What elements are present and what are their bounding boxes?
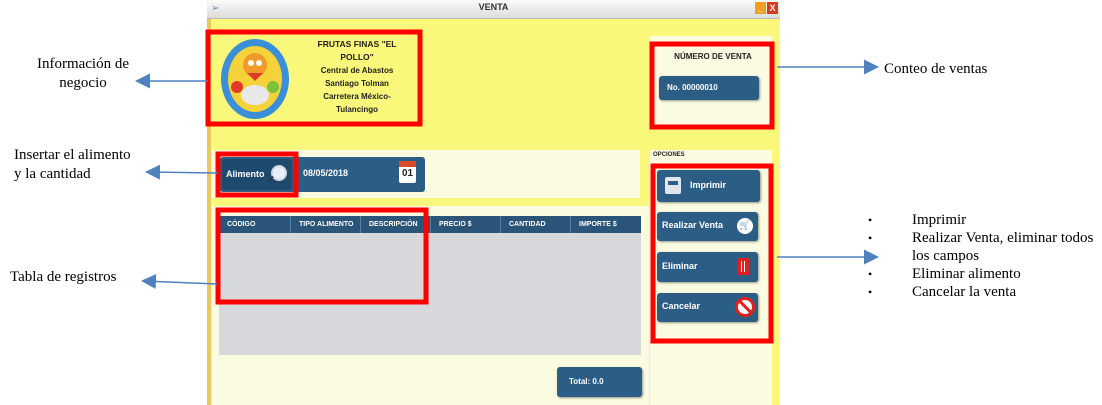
annotation-sales-count: Conteo de ventas [884,61,988,77]
col-header-importe[interactable]: IMPORTE $ [571,216,641,233]
col-header-precio[interactable]: PRECIO $ [431,216,501,233]
title-bar: ➢ VENTA _ X [207,0,780,19]
realizar-venta-label: Realizar Venta [662,220,724,230]
total-display: Total: 0.0 [557,367,642,397]
annotation-business-info: Información de negocio [36,56,130,91]
venta-window: ➢ VENTA _ X FRUTAS FINAS "EL POLLO" Cent… [207,0,780,405]
table-header: CÓDIGO TIPO ALIMENTO DESCRIPCIÓN PRECIO … [219,216,641,233]
records-table[interactable]: CÓDIGO TIPO ALIMENTO DESCRIPCIÓN PRECIO … [219,216,641,355]
printer-icon [665,177,681,194]
bullet-print: Imprimir [866,211,1102,229]
col-header-codigo[interactable]: CÓDIGO [219,216,291,233]
business-line-2: Santiago Tolman [325,79,389,88]
close-button[interactable]: X [767,2,778,14]
sales-number-value: No. 00000010 [659,76,759,100]
delete-button-label: Eliminar [662,261,698,271]
food-search-button[interactable]: Alimento [222,159,292,190]
col-header-tipo-alimento[interactable]: TIPO ALIMENTO [291,216,361,233]
cancel-button-label: Cancelar [662,301,701,311]
col-header-cantidad[interactable]: CANTIDAD [501,216,571,233]
calendar-icon-top [399,161,416,167]
calendar-icon[interactable]: 01 [399,161,416,183]
cart-icon: 🛒 [737,218,753,234]
options-title: OPCIONES [653,152,685,158]
minimize-button[interactable]: _ [755,2,766,14]
business-line-3: Carretera México- Tulancingo [323,92,391,114]
col-header-descripcion[interactable]: DESCRIPCIÓN [361,216,431,233]
cancel-icon [735,297,755,317]
trash-icon [738,258,749,275]
sales-number-title: NÚMERO DE VENTA [674,52,752,61]
print-button[interactable]: Imprimir [657,170,760,202]
window-left-edge [207,19,211,405]
bullet-delete: Eliminar alimento [866,265,1102,283]
annotation-records-table: Tabla de registros [10,269,117,285]
annotation-insert-food: Insertar el alimento y la cantidad [14,147,131,182]
realizar-venta-button[interactable]: Realizar Venta 🛒 [657,212,758,241]
search-icon [271,165,287,181]
business-info: FRUTAS FINAS "EL POLLO" Central de Abast… [302,38,412,116]
food-search-label: Alimento [226,169,265,179]
window-title: VENTA [478,2,509,12]
annotation-options-list: Imprimir Realizar Venta, eliminar todos … [866,211,1102,301]
business-logo [217,35,293,121]
print-button-label: Imprimir [690,180,727,190]
delete-button[interactable]: Eliminar [657,252,758,282]
bullet-cancel: Cancelar la venta [866,283,1102,301]
business-line-1: Central de Abastos [320,66,394,75]
calendar-day: 01 [401,168,414,179]
sale-date: 08/05/2018 [303,168,349,178]
business-name: FRUTAS FINAS "EL POLLO" [317,39,397,62]
cancel-button[interactable]: Cancelar [657,293,758,322]
bullet-sale: Realizar Venta, eliminar todos los campo… [866,229,1102,265]
